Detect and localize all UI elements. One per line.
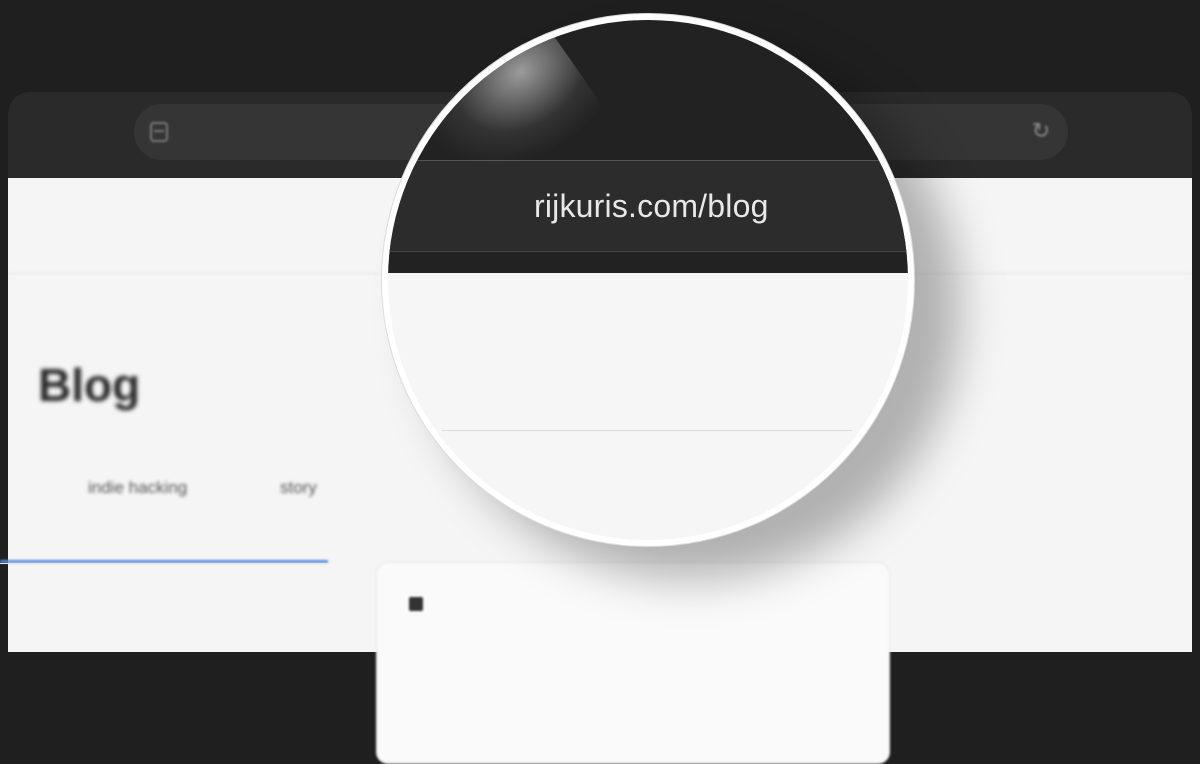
post-card[interactable] (376, 562, 890, 764)
tag-baseline (0, 563, 328, 564)
reload-icon[interactable]: ↻ (1030, 120, 1052, 142)
tag-nav: indie hacking story (8, 478, 408, 508)
magnifier-lens: rijkuris.com/blog (388, 20, 908, 540)
page-title: Blog (38, 359, 141, 411)
avatar (409, 597, 423, 611)
tag-indie-hacking[interactable]: indie hacking (88, 478, 187, 498)
magnified-url: rijkuris.com/blog (534, 188, 769, 224)
magnified-divider (442, 430, 852, 431)
site-info-icon[interactable] (150, 122, 168, 142)
tag-story[interactable]: story (280, 478, 317, 498)
